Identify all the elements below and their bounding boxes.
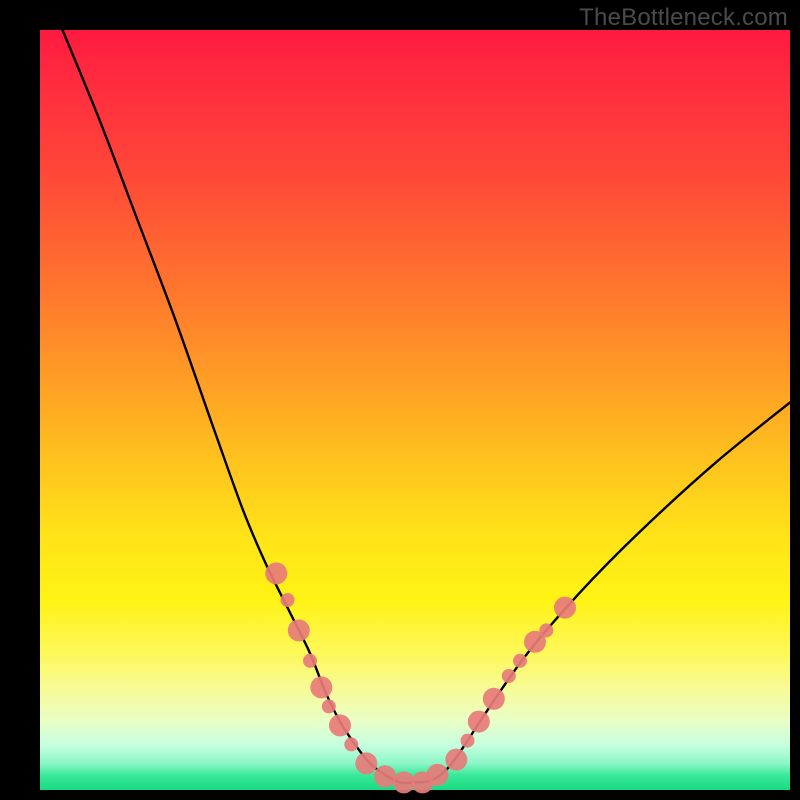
data-marker: [265, 562, 287, 584]
data-marker: [310, 676, 332, 698]
data-marker: [427, 764, 449, 786]
chart-frame: TheBottleneck.com: [0, 0, 800, 800]
data-marker: [554, 597, 576, 619]
data-marker: [374, 765, 396, 787]
data-marker: [502, 669, 516, 683]
data-marker: [483, 688, 505, 710]
plot-area: [40, 30, 790, 790]
data-marker: [322, 699, 336, 713]
data-marker: [303, 654, 317, 668]
data-marker: [468, 711, 490, 733]
data-marker: [329, 714, 351, 736]
bottleneck-curve-line: [63, 30, 791, 783]
chart-svg: [40, 30, 790, 790]
data-marker: [461, 734, 475, 748]
data-marker: [344, 737, 358, 751]
data-marker: [355, 752, 377, 774]
marker-group: [265, 562, 576, 793]
data-marker: [445, 749, 467, 771]
data-marker: [539, 623, 553, 637]
watermark-text: TheBottleneck.com: [579, 4, 788, 32]
data-marker: [288, 619, 310, 641]
data-marker: [281, 593, 295, 607]
data-marker: [513, 654, 527, 668]
